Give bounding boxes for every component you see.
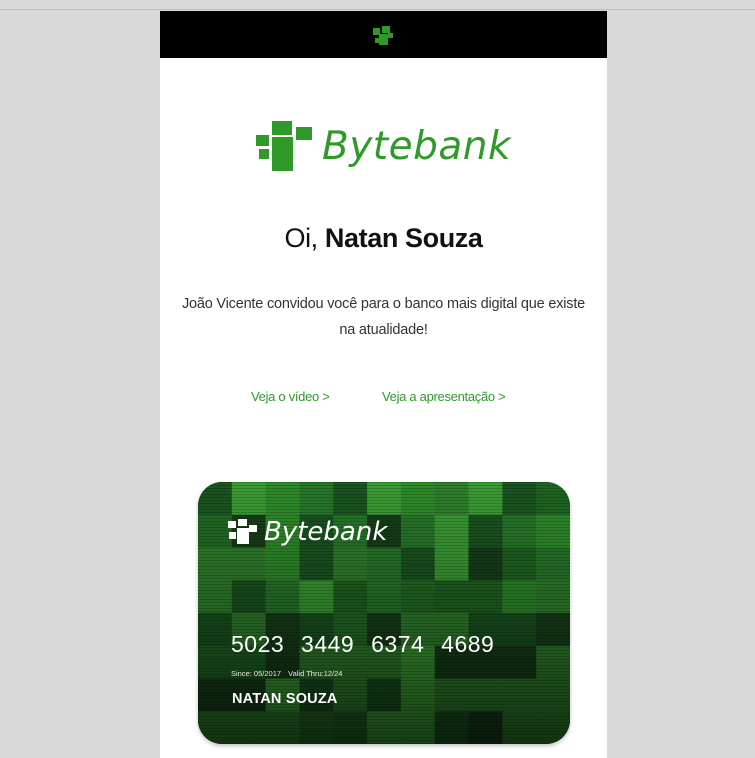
bytebank-logo-icon xyxy=(228,519,257,544)
card-valid-thru: Valid Thru:12/24 xyxy=(288,669,343,678)
bytebank-logo-icon xyxy=(373,26,393,45)
credit-card: Bytebank 5023 3449 6374 4689 Since: 05/2… xyxy=(198,482,570,744)
action-links: Veja o vídeo > Veja a apresentação > xyxy=(160,389,607,409)
invite-line-1: João Vicente convidou você para o banco … xyxy=(181,296,586,312)
greeting-heading: Oi, Natan Souza xyxy=(160,223,607,254)
header-bar xyxy=(160,11,607,58)
email-preview: Bytebank Oi, Natan Souza João Vicente co… xyxy=(160,11,607,758)
card-number: 5023 3449 6374 4689 xyxy=(231,631,495,657)
bytebank-logo-icon xyxy=(255,121,312,171)
card-brand-name: Bytebank xyxy=(264,517,388,547)
invite-message: João Vicente convidou você para o banco … xyxy=(166,291,601,343)
invite-line-2: na atualidade! xyxy=(339,322,428,338)
greeting-prefix: Oi, xyxy=(284,223,318,253)
watch-video-link[interactable]: Veja o vídeo > xyxy=(251,389,330,404)
greeting-name: Natan Souza xyxy=(324,223,483,253)
card-holder-name: NATAN SOUZA xyxy=(232,691,338,707)
brand-logo: Bytebank xyxy=(160,116,607,176)
card-brand-logo: Bytebank xyxy=(228,519,387,545)
top-divider xyxy=(0,9,755,10)
view-presentation-link[interactable]: Veja a apresentação > xyxy=(382,389,506,404)
card-dates: Since: 05/2017 Valid Thru:12/24 xyxy=(231,669,342,678)
card-since: Since: 05/2017 xyxy=(231,669,282,678)
brand-name: Bytebank xyxy=(321,123,512,169)
